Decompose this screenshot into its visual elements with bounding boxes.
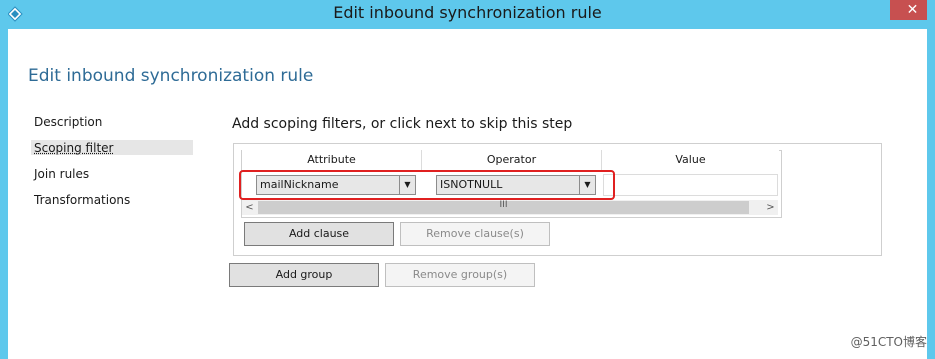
add-clause-button[interactable]: Add clause (244, 222, 394, 246)
step-heading: Add scoping filters, or click next to sk… (232, 116, 573, 132)
nav-item-description[interactable]: Description (34, 115, 102, 129)
nav-item-join-rules[interactable]: Join rules (34, 167, 89, 181)
page-title: Edit inbound synchronization rule (28, 66, 314, 86)
title-bar: Edit inbound synchronization rule ✕ (0, 0, 935, 29)
watermark: @51CTO博客 (850, 335, 927, 349)
scroll-grip: III (499, 200, 508, 210)
red-highlight-box (239, 170, 615, 200)
nav-item-transformations[interactable]: Transformations (34, 193, 130, 207)
horizontal-scrollbar[interactable]: < III > (242, 200, 778, 215)
window-title: Edit inbound synchronization rule (333, 3, 602, 22)
chevron-right-icon[interactable]: > (763, 200, 778, 215)
column-header-operator[interactable]: Operator (422, 150, 602, 170)
window-frame-left (0, 0, 8, 359)
scrollbar-thumb[interactable]: III (258, 200, 749, 214)
add-group-button[interactable]: Add group (229, 263, 379, 287)
window-frame-right (927, 0, 935, 359)
remove-clause-button[interactable]: Remove clause(s) (400, 222, 550, 246)
remove-group-button[interactable]: Remove group(s) (385, 263, 535, 287)
value-field[interactable] (603, 174, 778, 196)
nav-item-scoping-filter[interactable]: Scoping filter (34, 141, 113, 155)
close-icon: ✕ (906, 2, 919, 18)
chevron-left-icon[interactable]: < (242, 200, 257, 215)
column-header-value[interactable]: Value (602, 150, 779, 170)
column-header-attribute[interactable]: Attribute (242, 150, 422, 170)
